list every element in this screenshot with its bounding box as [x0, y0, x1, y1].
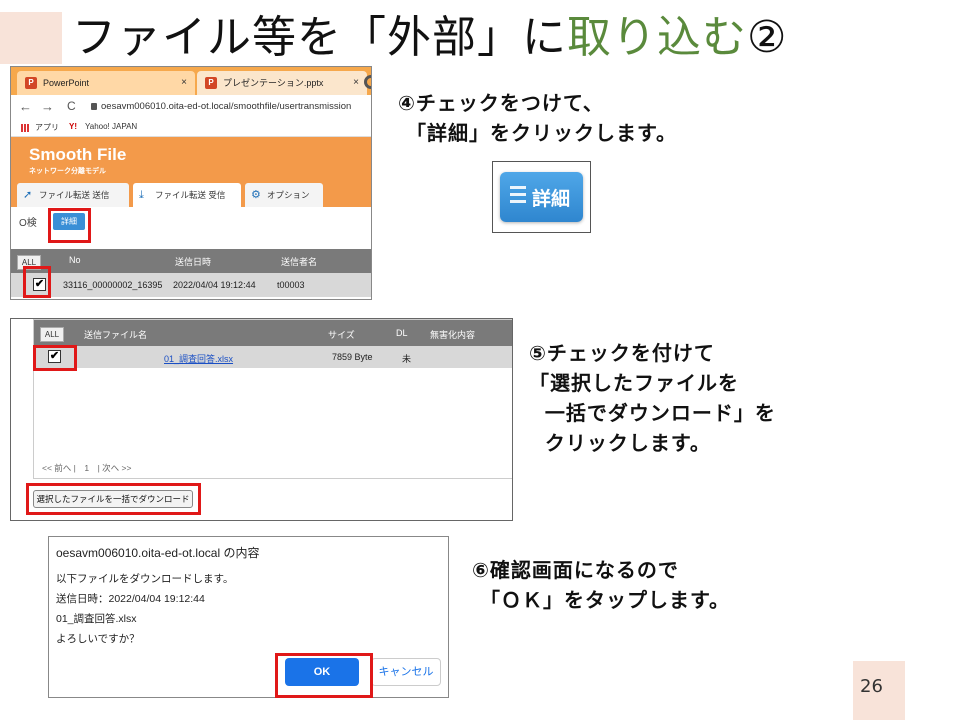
dialog-filename: 01_調査回答.xlsx	[56, 613, 137, 625]
slide-title: ファイル等を「外部」に取り込む②	[72, 8, 787, 68]
title-main: ファイル等を「外部」に	[72, 12, 567, 63]
dialog-datetime: 送信日時：2022/04/04 19:12:44	[56, 593, 205, 605]
confirm-dialog: oesavm006010.oita-ed-ot.local の内容 以下ファイル…	[48, 536, 449, 698]
reload-icon[interactable]: C	[67, 99, 76, 113]
bookmarks-bar: アプリ Y! Yahoo! JAPAN	[11, 119, 371, 137]
row-datetime: 2022/04/04 19:12:44	[173, 280, 256, 290]
table-row[interactable]: ✔ 33116_00000002_16395 2022/04/04 19:12:…	[11, 273, 371, 297]
dialog-title: oesavm006010.oita-ed-ot.local の内容	[56, 546, 260, 560]
browser-screenshot: P PowerPoint × P プレゼンテーション.pptx × ← → C …	[10, 66, 372, 300]
highlight-row-checkbox	[23, 266, 51, 298]
bookmark-apps[interactable]: アプリ	[35, 122, 59, 133]
detail-button-zoom: 詳細	[492, 161, 591, 233]
step5-instruction: ⑤チェックを付けて 「選択したファイルを 一括でダウンロード」を クリックします…	[529, 341, 776, 455]
column-header: サイズ	[328, 330, 355, 340]
lock-icon	[91, 103, 97, 110]
chrome-icon	[364, 75, 371, 89]
decorative-corner-block	[0, 12, 62, 64]
smoothfile-header: Smooth File ネットワーク分離モデル	[11, 137, 371, 181]
tab-label: ファイル転送 送信	[39, 190, 110, 200]
file-table-row[interactable]: ✔ 01_調査回答.xlsx 7859 Byte 未	[34, 346, 512, 368]
highlight-ok-button	[275, 653, 373, 698]
address-bar: ← → C oesavm006010.oita-ed-ot.local/smoo…	[11, 95, 371, 119]
row-no: 33116_00000002_16395	[63, 280, 163, 290]
file-table-header: ALL 送信ファイル名 サイズ DL 無害化内容	[34, 320, 512, 346]
highlight-download-button	[26, 483, 201, 515]
browser-tab-bar: P PowerPoint × P プレゼンテーション.pptx ×	[11, 67, 371, 95]
smoothfile-tabs: ➚ ファイル転送 送信 ⤓ ファイル転送 受信 ⚙ オプション	[11, 181, 371, 207]
back-icon[interactable]: ←	[19, 99, 32, 114]
title-suffix: ②	[747, 12, 788, 63]
column-header: No	[69, 255, 81, 265]
file-link[interactable]: 01_調査回答.xlsx	[164, 352, 233, 365]
page-number: 26	[860, 676, 883, 697]
search-button[interactable]: O検	[19, 214, 37, 229]
row-sender: t00003	[277, 280, 305, 290]
column-header: DL	[396, 328, 408, 338]
column-header: 送信者名	[281, 257, 318, 267]
tab-label: オプション	[267, 190, 310, 200]
tab-receive[interactable]: ⤓ ファイル転送 受信	[133, 183, 241, 207]
dialog-question: よろしいですか？	[56, 633, 140, 645]
tab-send[interactable]: ➚ ファイル転送 送信	[17, 183, 129, 207]
pagination[interactable]: << 前へ | 1 | 次へ >>	[42, 462, 131, 474]
close-icon[interactable]: ×	[353, 71, 359, 95]
tab-label: ファイル転送 受信	[155, 190, 226, 200]
forward-icon[interactable]: →	[41, 99, 54, 114]
file-size: 7859 Byte	[332, 352, 373, 362]
step4-instruction: ④チェックをつけて、 「詳細」をクリックします。	[398, 91, 677, 145]
browser-tab-powerpoint[interactable]: P PowerPoint ×	[17, 71, 195, 95]
yahoo-icon: Y!	[69, 122, 77, 131]
column-header: 送信日時	[175, 257, 212, 267]
file-list-panel: ALL 送信ファイル名 サイズ DL 無害化内容 ✔ 01_調査回答.xlsx …	[33, 319, 512, 479]
gear-icon: ⚙	[251, 189, 261, 201]
cancel-button[interactable]: キャンセル	[371, 658, 441, 686]
title-accent: 取り込む	[567, 12, 747, 63]
list-icon	[510, 186, 526, 206]
send-arrow-icon: ➚	[23, 189, 33, 201]
url-field[interactable]: oesavm006010.oita-ed-ot.local/smoothfile…	[101, 101, 351, 112]
powerpoint-icon: P	[25, 77, 37, 89]
table-header: ALL No 送信日時 送信者名	[11, 249, 371, 273]
bookmark-yahoo[interactable]: Yahoo! JAPAN	[85, 122, 137, 131]
tab-label: プレゼンテーション.pptx	[223, 78, 324, 88]
highlight-detail-button	[48, 208, 91, 243]
smoothfile-subtitle: ネットワーク分離モデル	[29, 168, 106, 175]
smoothfile-logo: Smooth File	[29, 145, 127, 164]
select-all-button[interactable]: ALL	[40, 327, 64, 342]
highlight-file-checkbox	[33, 345, 77, 371]
file-list-screenshot: ALL 送信ファイル名 サイズ DL 無害化内容 ✔ 01_調査回答.xlsx …	[10, 318, 513, 521]
browser-tab-presentation[interactable]: P プレゼンテーション.pptx ×	[197, 71, 367, 95]
tab-label: PowerPoint	[43, 78, 90, 88]
dialog-message: 以下ファイルをダウンロードします。	[56, 573, 234, 585]
close-icon[interactable]: ×	[181, 71, 187, 95]
powerpoint-icon: P	[205, 77, 217, 89]
column-header: 無害化内容	[430, 330, 476, 340]
download-icon: ⤓	[139, 189, 144, 201]
download-status: 未	[402, 354, 412, 364]
tab-options[interactable]: ⚙ オプション	[245, 183, 323, 207]
detail-button-label: 詳細	[532, 188, 571, 210]
column-header: 送信ファイル名	[84, 330, 148, 340]
detail-button-large: 詳細	[500, 172, 583, 222]
step6-instruction: ⑥確認画面になるので 「ＯＫ」をタップします。	[472, 558, 730, 612]
apps-grid-icon	[21, 124, 29, 132]
